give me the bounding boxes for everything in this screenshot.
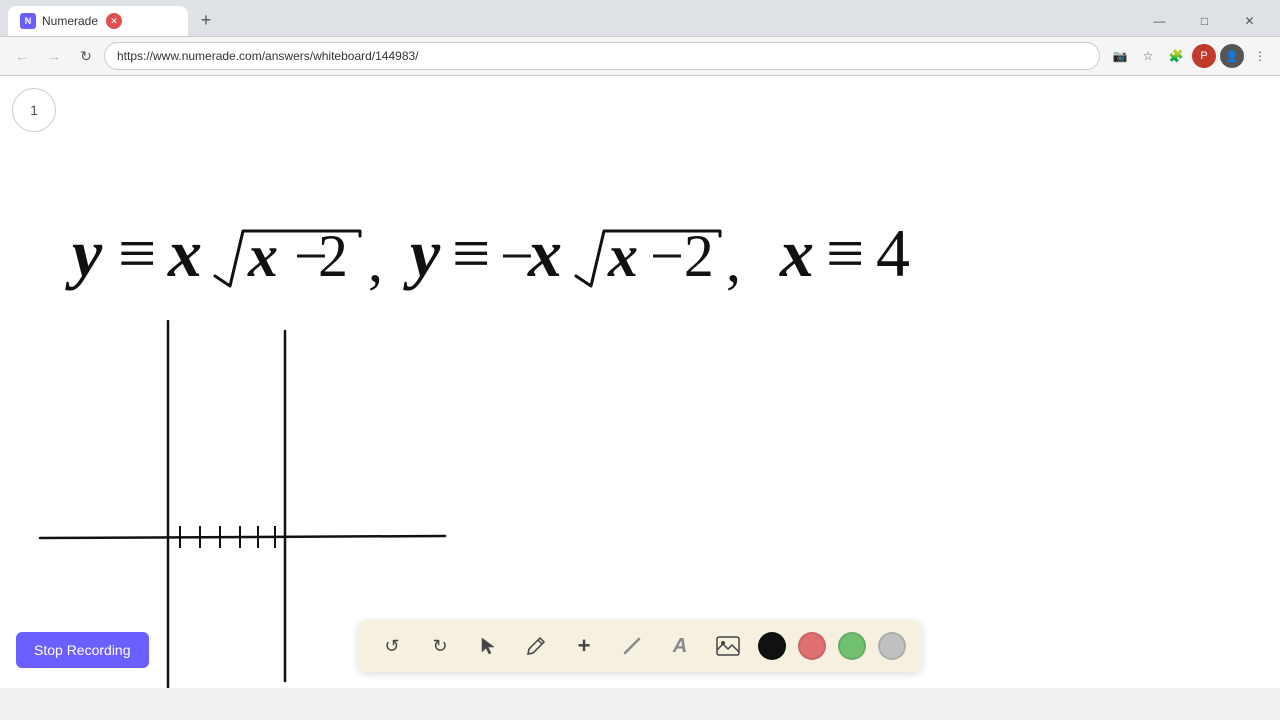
- cursor-icon: [478, 636, 498, 656]
- svg-text:y: y: [403, 215, 441, 291]
- add-button[interactable]: +: [566, 628, 602, 664]
- redo-button[interactable]: ↻: [422, 628, 458, 664]
- svg-text:x: x: [247, 223, 278, 289]
- eraser-button[interactable]: [614, 628, 650, 664]
- svg-text:≡: ≡: [826, 215, 864, 291]
- svg-text:−2: −2: [650, 223, 714, 289]
- new-tab-button[interactable]: +: [192, 6, 220, 34]
- svg-text:x: x: [607, 223, 638, 289]
- account-icon[interactable]: 👤: [1220, 44, 1244, 68]
- forward-button[interactable]: →: [40, 42, 68, 70]
- url-text: https://www.numerade.com/answers/whitebo…: [117, 49, 419, 63]
- whiteboard: 1 y ≡ x x − 2 , y ≡ − x: [0, 76, 1280, 688]
- svg-text:x: x: [527, 215, 562, 291]
- svg-text:x: x: [779, 215, 814, 291]
- menu-icon[interactable]: ⋮: [1248, 44, 1272, 68]
- extension-icon[interactable]: 🧩: [1164, 44, 1188, 68]
- color-green[interactable]: [838, 632, 866, 660]
- profile-icon[interactable]: P: [1192, 44, 1216, 68]
- tab-title: Numerade: [42, 14, 98, 28]
- svg-text:≡: ≡: [452, 215, 490, 291]
- browser-chrome: N Numerade ✕ + — □ ✕ ← → ↻ https://www.n…: [0, 0, 1280, 76]
- window-controls: — □ ✕: [1137, 6, 1272, 36]
- select-tool-button[interactable]: [470, 628, 506, 664]
- svg-text:,: ,: [726, 228, 741, 294]
- drawing-canvas: y ≡ x x − 2 , y ≡ − x x −2 ,: [0, 76, 1280, 688]
- undo-button[interactable]: ↺: [374, 628, 410, 664]
- maximize-button[interactable]: □: [1182, 6, 1227, 36]
- bookmark-icon[interactable]: ☆: [1136, 44, 1160, 68]
- image-insert-button[interactable]: [710, 628, 746, 664]
- eraser-icon: [622, 636, 642, 656]
- refresh-button[interactable]: ↻: [72, 42, 100, 70]
- pen-tool-button[interactable]: [518, 628, 554, 664]
- svg-text:4: 4: [876, 215, 910, 291]
- svg-text:≡: ≡: [118, 215, 156, 291]
- svg-text:x: x: [167, 215, 202, 291]
- active-tab[interactable]: N Numerade ✕: [8, 6, 188, 36]
- back-button[interactable]: ←: [8, 42, 36, 70]
- minimize-button[interactable]: —: [1137, 6, 1182, 36]
- svg-text:2: 2: [318, 223, 348, 289]
- color-gray[interactable]: [878, 632, 906, 660]
- drawing-toolbar: ↺ ↻ + A: [358, 620, 922, 672]
- color-pink[interactable]: [798, 632, 826, 660]
- tab-bar: N Numerade ✕ + — □ ✕: [0, 0, 1280, 36]
- close-button[interactable]: ✕: [1227, 6, 1272, 36]
- address-bar[interactable]: https://www.numerade.com/answers/whitebo…: [104, 42, 1100, 70]
- navigation-bar: ← → ↻ https://www.numerade.com/answers/w…: [0, 36, 1280, 76]
- tab-favicon: N: [20, 13, 36, 29]
- stop-recording-button[interactable]: Stop Recording: [16, 632, 149, 668]
- text-tool-button[interactable]: A: [662, 628, 698, 664]
- svg-text:,: ,: [368, 228, 383, 294]
- pen-icon: [526, 636, 546, 656]
- cast-icon[interactable]: 📷: [1108, 44, 1132, 68]
- nav-icons: 📷 ☆ 🧩 P 👤 ⋮: [1108, 44, 1272, 68]
- tab-close-button[interactable]: ✕: [106, 13, 122, 29]
- svg-text:y: y: [65, 215, 103, 291]
- image-icon: [716, 636, 740, 656]
- color-black[interactable]: [758, 632, 786, 660]
